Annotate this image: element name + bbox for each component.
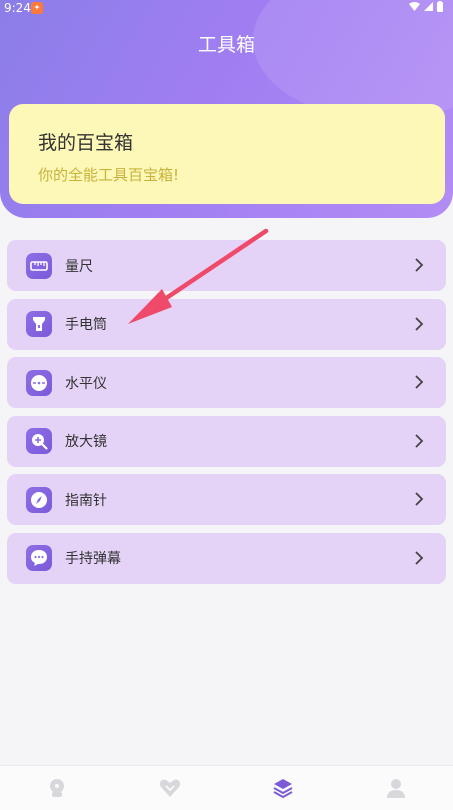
status-bar: 9:24 ✦ — [0, 0, 453, 16]
tool-item-danmaku[interactable]: 手持弹幕 — [7, 532, 446, 584]
nav-toolbox[interactable] — [227, 766, 340, 810]
header-decoration — [253, 0, 453, 120]
heart-icon — [159, 779, 180, 797]
tool-item-magnifier[interactable]: 放大镜 — [7, 415, 446, 467]
tool-item-label: 水平仪 — [65, 375, 107, 392]
tool-item-level[interactable]: 水平仪 — [7, 357, 446, 408]
ruler-icon — [26, 252, 52, 279]
page-title: 工具箱 — [197, 34, 255, 56]
chat-bubble-icon — [26, 545, 52, 571]
notification-icon: ✦ — [31, 2, 43, 14]
tool-item-label: 指南针 — [65, 492, 107, 509]
tool-item-compass[interactable]: 指南针 — [7, 474, 446, 525]
banner-title: 我的百宝箱 — [38, 132, 134, 154]
tool-item-flashlight[interactable]: 手电筒 — [7, 298, 446, 350]
chevron-right-icon — [415, 316, 424, 331]
status-icons — [409, 1, 443, 12]
nav-favorites[interactable] — [113, 766, 226, 810]
nav-home[interactable] — [0, 766, 113, 810]
tool-item-label: 手持弹幕 — [65, 551, 121, 567]
magnifier-icon — [26, 428, 52, 454]
chevron-right-icon — [415, 375, 424, 389]
tool-item-ruler[interactable]: 量尺 — [7, 240, 446, 291]
signal-icon — [424, 2, 433, 11]
status-time: 9:24 — [4, 1, 31, 15]
tool-list: 量尺 手电筒 水平仪 放大镜 指南针 手持弹幕 — [7, 240, 446, 591]
tool-item-label: 手电筒 — [65, 317, 107, 333]
chevron-right-icon — [415, 492, 424, 506]
wifi-icon — [409, 2, 420, 11]
tool-item-label: 量尺 — [65, 258, 93, 275]
compass-icon — [26, 486, 52, 513]
flashlight-icon — [26, 311, 52, 337]
chevron-right-icon — [415, 258, 424, 272]
tool-item-label: 放大镜 — [65, 434, 107, 450]
banner-card: 我的百宝箱 你的全能工具百宝箱! — [9, 104, 445, 204]
nav-profile[interactable] — [340, 766, 453, 810]
level-icon — [26, 369, 52, 396]
battery-icon — [437, 1, 443, 12]
layers-icon — [273, 779, 293, 799]
bottom-nav — [0, 765, 453, 810]
chevron-right-icon — [415, 550, 424, 565]
profile-icon — [387, 779, 406, 798]
home-icon — [49, 779, 64, 797]
banner-subtitle: 你的全能工具百宝箱! — [38, 166, 180, 184]
chevron-right-icon — [415, 433, 424, 448]
